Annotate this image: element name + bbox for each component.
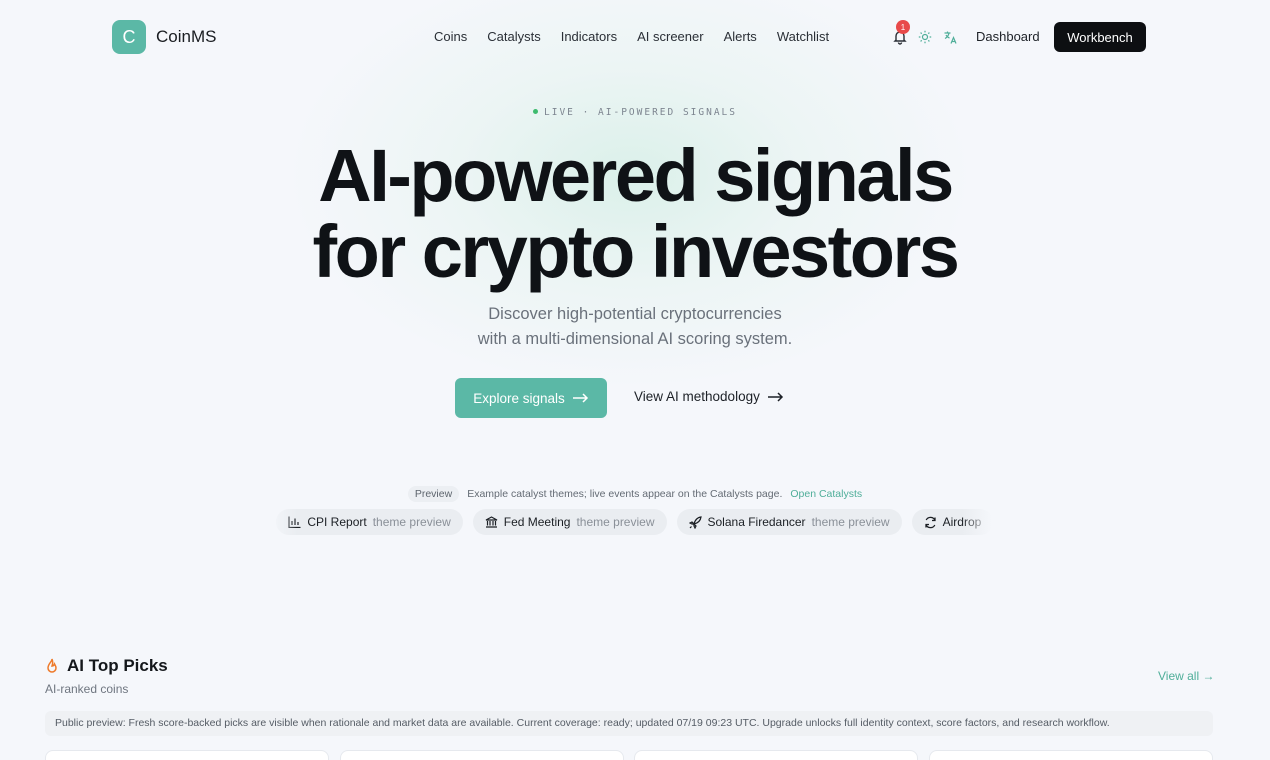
workbench-button[interactable]: Workbench [1054,22,1146,52]
hero-title-line2: for crypto investors [312,210,960,293]
eyebrow-text: LIVE · AI-POWERED SIGNALS [544,107,737,118]
catalyst-chip-fed-meeting[interactable]: Fed Meeting theme preview [472,509,667,535]
top-picks-subtitle: AI-ranked coins [45,682,129,696]
chip-name: CPI Report [307,515,367,529]
live-dot-icon [533,109,538,114]
marquee-fade-left [267,505,297,539]
pick-card[interactable] [45,750,329,760]
catalyst-chip-cpi-report[interactable]: CPI Report theme preview [276,509,463,535]
catalyst-chip-marquee: ew CPI Report theme preview Fed Meeting … [267,509,992,537]
refresh-icon [924,516,936,528]
nav-catalysts[interactable]: Catalysts [487,29,540,44]
main-nav: Coins Catalysts Indicators AI screener A… [434,29,849,44]
pick-card[interactable] [340,750,624,760]
brand-logo[interactable]: C CoinMS [112,20,216,54]
chip-name: Solana Firedancer [707,515,806,529]
hero-eyebrow: LIVE · AI-POWERED SIGNALS [0,107,1270,118]
top-header: C CoinMS Coins Catalysts Indicators AI s… [0,0,1270,75]
nav-coins[interactable]: Coins [434,29,467,44]
marquee-fade-right [962,505,992,539]
top-picks-title: AI Top Picks [67,656,168,675]
explore-signals-button[interactable]: Explore signals [455,378,607,418]
hero-title: AI-powered signals for crypto investors [0,138,1270,290]
chip-suffix: theme preview [372,515,451,529]
pick-card[interactable] [929,750,1213,760]
open-catalysts-link[interactable]: Open Catalysts [790,488,862,500]
preview-text: Example catalyst themes; live events app… [467,488,783,500]
logo-badge: C [112,20,146,54]
view-methodology-label: View AI methodology [634,389,760,404]
brand-name: CoinMS [156,27,217,46]
flame-icon [47,658,57,673]
dashboard-link[interactable]: Dashboard [976,29,1040,44]
nav-alerts[interactable]: Alerts [724,29,757,44]
chip-suffix: theme preview [576,515,655,529]
chip-suffix: theme preview [811,515,890,529]
nav-indicators[interactable]: Indicators [561,29,617,44]
bank-icon [485,516,498,528]
hero-title-line1: AI-powered signals [318,134,954,217]
rocket-icon [688,515,702,529]
preview-tag: Preview [407,486,460,502]
top-picks-header: AI Top Picks [45,656,168,676]
catalyst-preview-row: Preview Example catalyst themes; live ev… [0,486,1270,502]
catalyst-chip-solana-firedancer[interactable]: Solana Firedancer theme preview [676,509,902,535]
hero-subtitle-line1: Discover high-potential cryptocurrencies [488,305,782,323]
arrow-right-icon [572,393,588,403]
nav-ai-screener[interactable]: AI screener [637,29,703,44]
arrow-right-icon [767,391,783,402]
view-all-link[interactable]: View all → [1158,669,1214,683]
hero-subtitle: Discover high-potential cryptocurrencies… [0,302,1270,352]
view-methodology-link[interactable]: View AI methodology [634,389,784,404]
public-preview-notice: Public preview: Fresh score-backed picks… [45,711,1213,736]
explore-signals-label: Explore signals [473,390,565,406]
chip-name: Fed Meeting [503,515,571,529]
notification-badge: 1 [896,20,910,34]
sun-icon[interactable] [916,28,934,46]
pick-card[interactable] [634,750,918,760]
hero-subtitle-line2: with a multi-dimensional AI scoring syst… [477,330,793,348]
translate-icon[interactable] [941,28,959,46]
nav-watchlist[interactable]: Watchlist [777,29,829,44]
